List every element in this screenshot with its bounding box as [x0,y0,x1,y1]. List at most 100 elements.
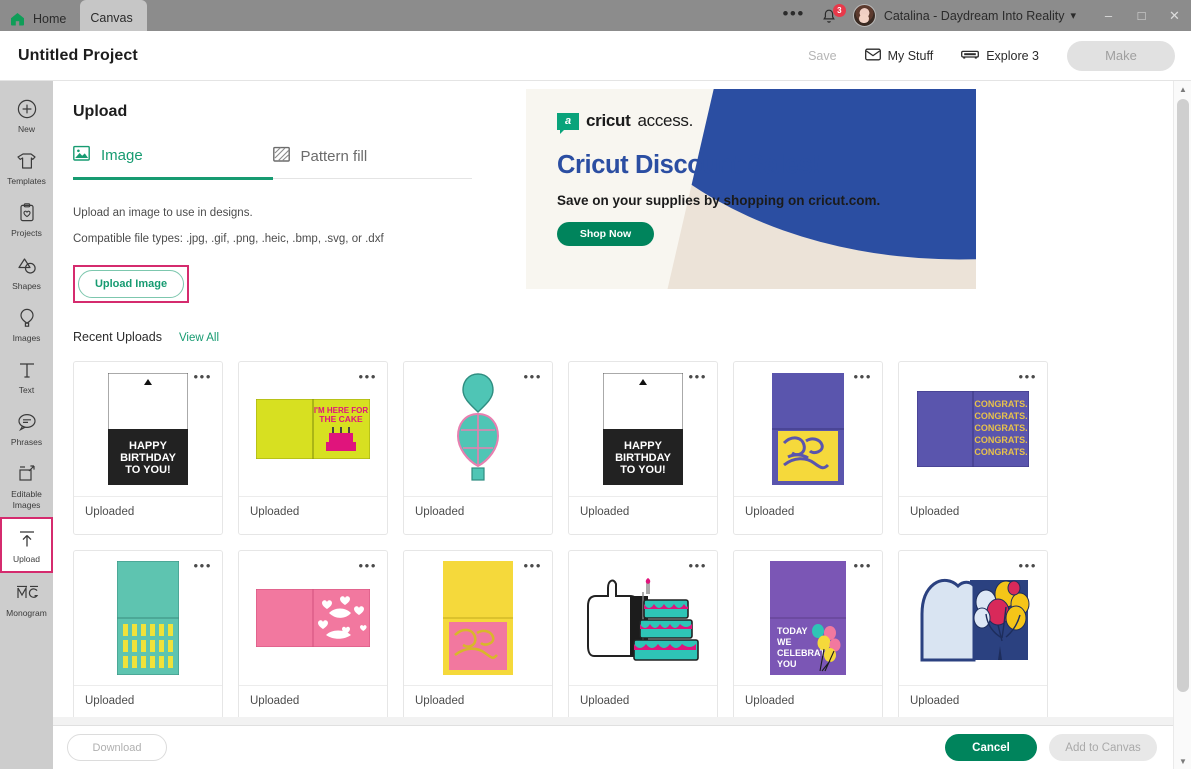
card-menu-icon[interactable]: ••• [854,370,872,383]
add-to-canvas-button[interactable]: Add to Canvas [1049,734,1157,761]
upload-thumbnail[interactable]: ••• [239,551,387,686]
account-name[interactable]: Catalina - Daydream Into Reality [884,9,1065,23]
scrollbar-thumb[interactable] [1177,99,1189,692]
upload-card[interactable]: ••• Uploaded [733,361,883,535]
view-all-link[interactable]: View All [179,332,219,344]
shop-now-button[interactable]: Shop Now [557,222,654,246]
card-menu-icon[interactable]: ••• [854,559,872,572]
art-balloons-navy [920,578,1030,661]
window-close-button[interactable]: ✕ [1158,0,1191,31]
upload-thumbnail[interactable]: ••• I'M HERE FOR THE CAKE [239,362,387,497]
sidebar-item-monogram[interactable]: Monogram [0,573,53,625]
tab-home-label: Home [33,11,67,26]
upload-thumbnail[interactable]: ••• TODAY WE CELEBRATE YOU [734,551,882,686]
card-menu-icon[interactable]: ••• [524,559,542,572]
banner-brand-light: access. [637,111,694,130]
sidebar-item-projects-label: Projects [11,228,42,239]
sidebar-item-images[interactable]: Images [0,298,53,350]
cancel-button[interactable]: Cancel [945,734,1037,761]
card-menu-icon[interactable]: ••• [359,370,377,383]
upload-image-button[interactable]: Upload Image [78,270,184,298]
card-menu-icon[interactable]: ••• [359,559,377,572]
vertical-scrollbar[interactable]: ▲ ▼ [1173,81,1191,769]
art-teal-pattern [117,560,179,675]
avatar[interactable] [852,4,876,27]
cricut-access-banner[interactable]: a cricut access. Cricut Discount Sales! … [526,89,976,289]
card-menu-icon[interactable]: ••• [1019,370,1037,383]
upload-image-highlight: Upload Image [73,265,189,303]
svg-text:BIRTHDAY: BIRTHDAY [615,452,671,464]
explore-machine-button[interactable]: Explore 3 [947,48,1053,63]
upload-thumbnail[interactable]: ••• CONGRATS. CONGRATS. CONGRATS. CONGRA… [899,362,1047,497]
my-stuff-button[interactable]: My Stuff [851,48,948,64]
header-actions: Save My Stuff Explore 3 Make [794,40,1175,71]
upload-thumbnail[interactable]: ••• [734,362,882,497]
more-horizontal-icon[interactable]: ••• [768,5,818,22]
upload-thumbnail[interactable]: ••• [74,551,222,686]
sidebar-item-editable-images-label: Editable Images [11,489,42,510]
download-button[interactable]: Download [67,734,167,761]
upload-card[interactable]: ••• Uploaded [403,549,553,723]
upload-card[interactable]: ••• Uploaded [238,549,388,723]
tab-canvas-label: Canvas [90,10,133,25]
sidebar-item-projects[interactable]: Projects [0,193,53,245]
sidebar-item-shapes[interactable]: Shapes [0,246,53,298]
sidebar-item-templates[interactable]: Templates [0,141,53,193]
upload-thumbnail[interactable]: ••• [569,551,717,686]
upload-thumbnail[interactable]: ••• HAPPY BIRTHDAY TO YOU! [74,362,222,497]
svg-text:CONGRATS.: CONGRATS. [974,423,1027,433]
svg-text:YOU: YOU [777,659,797,669]
window-tabs: Home Canvas [0,0,147,31]
chevron-down-icon[interactable]: ▾ [1070,9,1076,22]
upload-card[interactable]: ••• CONGRATS. CONGRATS. CONGRATS. CONGRA… [898,361,1048,535]
upload-status: Uploaded [580,506,630,518]
svg-text:WE: WE [777,637,792,647]
art-happy-birthday-black: HAPPY BIRTHDAY TO YOU! [603,373,683,485]
notifications-button[interactable]: 3 [819,3,846,27]
upload-thumbnail[interactable]: ••• [404,362,552,497]
editable-images-icon [16,463,38,485]
card-menu-icon[interactable]: ••• [524,370,542,383]
window-minimize-button[interactable]: – [1092,0,1125,31]
svg-text:HAPPY: HAPPY [129,440,168,452]
tab-home[interactable]: Home [0,6,80,31]
upload-card[interactable]: ••• HAPPY BIRTHDAY TO YOU! Uploaded [73,361,223,535]
upload-status: Uploaded [745,694,795,707]
page-title[interactable]: Untitled Project [18,47,138,65]
tab-pattern-fill[interactable]: Pattern fill [272,145,473,178]
upload-status: Uploaded [910,506,960,518]
make-button[interactable]: Make [1067,40,1175,71]
sidebar-item-new[interactable]: New [0,89,53,141]
my-stuff-label: My Stuff [887,48,934,63]
monogram-mg-icon [16,582,38,604]
sidebar-item-text[interactable]: Text [0,350,53,402]
banner-headline: Cricut Discount Sales! [557,151,821,179]
tab-image[interactable]: Image [73,145,273,180]
upload-card[interactable]: ••• I'M HERE FOR THE CAKE Uploaded [238,361,388,535]
upload-card[interactable]: ••• Uploaded [73,549,223,723]
sidebar-item-phrases[interactable]: Phrases [0,402,53,454]
text-t-icon [16,359,38,381]
window-maximize-button[interactable]: □ [1125,0,1158,31]
svg-text:BIRTHDAY: BIRTHDAY [120,452,176,464]
upload-thumbnail[interactable]: ••• [899,551,1047,686]
card-menu-icon[interactable]: ••• [689,370,707,383]
tab-canvas[interactable]: Canvas [80,0,147,31]
upload-card[interactable]: ••• Uploaded [403,361,553,535]
save-button[interactable]: Save [794,49,851,63]
upload-card[interactable]: ••• Uploaded [898,549,1048,723]
art-congrats-purple: CONGRATS. CONGRATS. CONGRATS. CONGRATS. … [917,391,1029,467]
sidebar-item-editable-images[interactable]: Editable Images [0,454,53,516]
upload-thumbnail[interactable]: ••• HAPPY BIRTHDAY TO YOU! [569,362,717,497]
card-menu-icon[interactable]: ••• [194,370,212,383]
chevron-up-icon[interactable]: ▲ [1174,81,1191,97]
upload-card[interactable]: ••• TODAY WE CELEBRATE YOU Uploaded [733,549,883,723]
upload-thumbnail[interactable]: ••• [404,551,552,686]
card-menu-icon[interactable]: ••• [194,559,212,572]
upload-card[interactable]: ••• HAPPY BIRTHDAY TO YOU! Uploaded [568,361,718,535]
upload-panel-content: Upload Image Pattern fill Upload an imag… [53,81,1173,725]
upload-card[interactable]: ••• Uploaded [568,549,718,723]
sidebar-item-upload[interactable]: Upload [0,516,53,573]
chevron-down-icon[interactable]: ▼ [1174,753,1191,769]
svg-text:TO YOU!: TO YOU! [125,464,170,476]
